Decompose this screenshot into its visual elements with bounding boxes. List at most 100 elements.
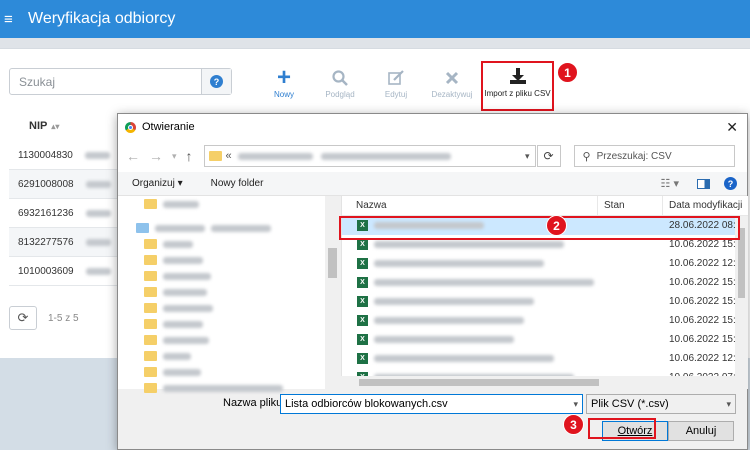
- nav-folder-item[interactable]: [118, 332, 340, 348]
- new-button-label: Nowy: [273, 90, 294, 99]
- file-list-horizontal-scrollbar[interactable]: [341, 376, 735, 389]
- redacted-text: [163, 288, 207, 296]
- redacted-text: [163, 320, 203, 328]
- nav-folder-item[interactable]: [118, 316, 340, 332]
- nav-folder-item[interactable]: [118, 348, 340, 364]
- file-row[interactable]: X 10.06.2022 15:47: [342, 273, 748, 292]
- navigation-scrollbar[interactable]: [325, 196, 340, 389]
- pager: ⟳ 1-5 z 5: [9, 306, 79, 330]
- preview-button-label: Podgląd: [325, 90, 355, 99]
- redacted-text: [163, 384, 283, 392]
- refresh-icon: ⟳: [543, 149, 554, 163]
- file-row[interactable]: X 10.06.2022 12:48: [342, 254, 748, 273]
- excel-icon: X: [357, 277, 368, 288]
- nav-folder-item[interactable]: [118, 196, 340, 212]
- redacted-text: [85, 209, 111, 217]
- address-bar[interactable]: « ▾: [203, 145, 536, 167]
- search-help-button[interactable]: ?: [201, 69, 231, 94]
- folder-search-box[interactable]: ⚲ Przeszukaj: CSV: [573, 145, 735, 167]
- sort-icon: ▴▾: [51, 121, 60, 131]
- highlight-frame: [339, 216, 740, 240]
- folder-icon: [144, 383, 157, 393]
- nip-cell: 6291008008: [18, 178, 74, 190]
- redacted-text: [163, 304, 213, 312]
- highlight-frame: [588, 418, 656, 439]
- edit-button[interactable]: Edytuj: [371, 66, 421, 106]
- step-badge-1: 1: [557, 62, 578, 83]
- organize-button[interactable]: Organizuj ▾: [132, 178, 183, 189]
- nip-header-label: NIP: [29, 120, 48, 132]
- search-input[interactable]: [10, 69, 201, 94]
- file-row[interactable]: X 10.06.2022 12:48: [342, 349, 748, 368]
- table-row[interactable]: 1010003609: [9, 257, 119, 286]
- deactivate-button[interactable]: Dezaktywuj: [427, 66, 477, 106]
- preview-button[interactable]: Podgląd: [315, 66, 365, 106]
- file-row[interactable]: X 10.06.2022 15:47: [342, 292, 748, 311]
- chevron-down-icon[interactable]: ▾: [573, 399, 578, 410]
- preview-pane-icon[interactable]: [697, 178, 710, 189]
- file-row[interactable]: X 10.06.2022 15:47: [342, 311, 748, 330]
- file-name-label: Nazwa pliku:: [223, 397, 285, 409]
- redacted-text: [163, 200, 199, 208]
- nav-folder-item[interactable]: [118, 268, 340, 284]
- nav-folder-item[interactable]: [118, 284, 340, 300]
- scroll-thumb[interactable]: [359, 379, 599, 386]
- table-row[interactable]: 1130004830: [9, 141, 119, 170]
- nip-cell: 1010003609: [18, 265, 74, 277]
- redacted-filename: [374, 317, 524, 324]
- help-icon: ?: [210, 75, 223, 88]
- page-title: Weryfikacja odbiorcy: [28, 10, 176, 27]
- refresh-button[interactable]: ⟳: [9, 306, 37, 330]
- table-row[interactable]: 6291008008: [9, 170, 119, 199]
- column-state[interactable]: Stan: [598, 196, 663, 215]
- close-icon[interactable]: ✕: [726, 119, 738, 136]
- nav-folder-item[interactable]: [118, 364, 340, 380]
- cancel-button[interactable]: Anuluj: [668, 421, 734, 441]
- import-csv-label: Import z pliku CSV: [484, 89, 551, 98]
- view-options-icon[interactable]: ☷ ▾: [661, 177, 679, 190]
- forward-arrow-icon[interactable]: →: [149, 148, 163, 164]
- dialog-title: Otwieranie: [142, 121, 195, 133]
- search-icon: ⚲: [582, 150, 591, 163]
- excel-icon: X: [357, 334, 368, 345]
- folder-icon: [144, 367, 157, 377]
- address-row: ← → ▾ ↑ « ▾ ⟳ ⚲ Przeszukaj: CSV: [118, 140, 747, 172]
- help-icon[interactable]: ?: [724, 177, 737, 190]
- nav-folder-item[interactable]: [118, 300, 340, 316]
- nav-folder-item[interactable]: [118, 220, 340, 236]
- scroll-thumb[interactable]: [328, 248, 337, 278]
- new-folder-button[interactable]: Nowy folder: [211, 178, 264, 189]
- file-type-select[interactable]: Plik CSV (*.csv) ▾: [586, 394, 736, 414]
- nav-folder-item[interactable]: [118, 236, 340, 252]
- up-arrow-icon[interactable]: ↑: [186, 148, 193, 164]
- search-box: ?: [9, 68, 232, 95]
- file-row[interactable]: X 10.06.2022 15:47: [342, 330, 748, 349]
- nav-folder-item[interactable]: [118, 252, 340, 268]
- redacted-text: [85, 180, 111, 188]
- back-arrow-icon[interactable]: ←: [126, 148, 140, 164]
- step-badge-2: 2: [546, 215, 567, 236]
- table-row[interactable]: 6932161236: [9, 199, 119, 228]
- column-date[interactable]: Data modyfikacji: [663, 196, 748, 215]
- redacted-text: [163, 368, 201, 376]
- file-name-input[interactable]: Lista odbiorców blokowanych.csv ▾: [280, 394, 583, 414]
- folder-icon: [208, 151, 222, 161]
- column-name[interactable]: Nazwa: [342, 196, 598, 215]
- chevron-down-icon[interactable]: ▾: [172, 151, 177, 162]
- nip-cell: 8132277576: [18, 236, 74, 248]
- refresh-icon: ⟳: [17, 310, 29, 325]
- redacted-filename: [374, 355, 554, 362]
- chrome-icon: [125, 121, 136, 133]
- menu-icon[interactable]: ≡: [4, 11, 26, 28]
- new-button[interactable]: + Nowy: [259, 64, 309, 106]
- file-list-vertical-scrollbar[interactable]: [735, 216, 748, 389]
- import-csv-button[interactable]: Import z pliku CSV: [481, 61, 554, 111]
- nip-column-header[interactable]: NIP ▴▾: [9, 113, 119, 139]
- folder-icon: [144, 271, 157, 281]
- pager-text: 1-5 z 5: [48, 312, 79, 324]
- table-row[interactable]: 8132277576: [9, 228, 119, 257]
- redacted-text: [85, 238, 111, 246]
- redacted-text: [163, 272, 211, 280]
- app-header: ≡ Weryfikacja odbiorcy: [0, 0, 750, 38]
- refresh-folder-button[interactable]: ⟳: [536, 145, 561, 167]
